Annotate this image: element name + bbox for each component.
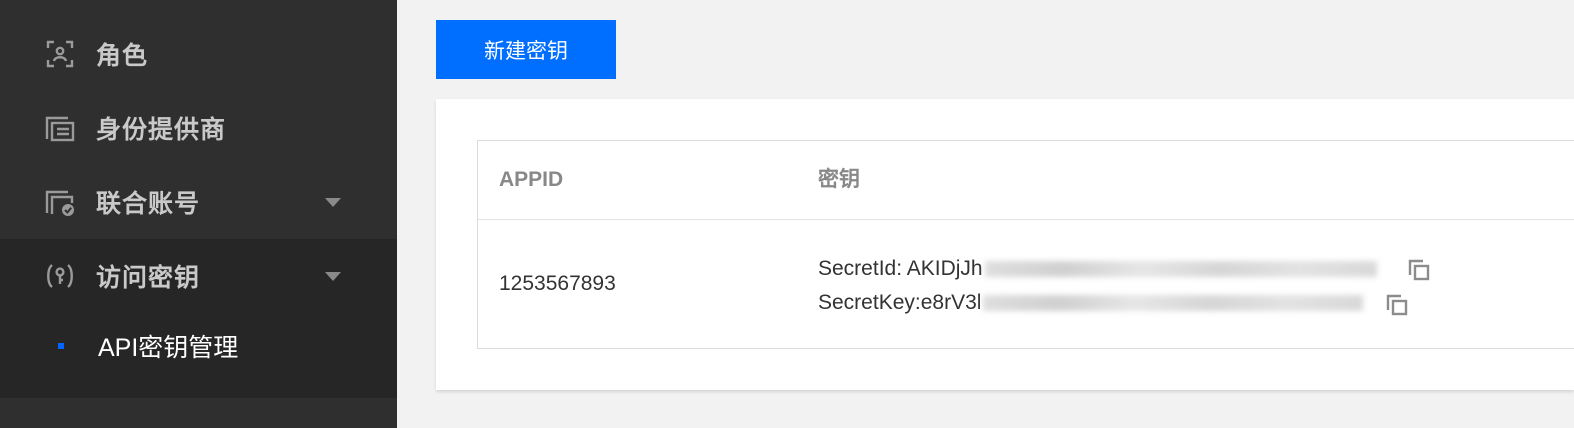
sidebar-subitem-api-key-management[interactable]: API密钥管理 [0, 311, 397, 381]
role-icon [44, 38, 76, 70]
keys-card: APPID 密钥 1253567893 SecretId: AKIDjJh Se… [436, 99, 1574, 390]
secret-id-line: SecretId: AKIDjJh [818, 257, 1377, 283]
sidebar-item-identity-providers[interactable]: 身份提供商 [0, 91, 397, 164]
masked-secret-key [983, 295, 1364, 312]
identity-provider-icon [44, 112, 76, 144]
column-header-key: 密钥 [818, 168, 860, 191]
sidebar-item-label: 身份提供商 [96, 115, 227, 144]
table-header: APPID 密钥 [478, 141, 1574, 220]
access-key-icon [44, 260, 76, 292]
masked-secret-id [984, 261, 1377, 278]
sidebar-item-label: 联合账号 [96, 189, 201, 218]
active-indicator [58, 343, 64, 349]
secret-key-value: SecretKey:e8rV3l [818, 291, 982, 314]
secret-id-value: SecretId: AKIDjJh [818, 257, 983, 280]
column-header-appid: APPID [499, 168, 564, 191]
secret-key-line: SecretKey:e8rV3l [818, 291, 1364, 317]
copy-secret-id-icon[interactable] [1408, 259, 1430, 281]
federated-account-icon [44, 186, 76, 218]
create-key-button[interactable]: 新建密钥 [436, 20, 616, 79]
sidebar-item-label: 访问密钥 [96, 263, 201, 292]
sidebar-subitem-label: API密钥管理 [98, 334, 239, 362]
sidebar-item-federated-accounts[interactable]: 联合账号 [0, 165, 397, 238]
access-keys-submenu: API密钥管理 [0, 311, 397, 398]
sidebar-item-roles[interactable]: 角色 [0, 17, 397, 90]
sidebar: 角色 身份提供商 联合账号 访问密钥 API密钥管理 [0, 0, 397, 428]
chevron-down-icon [325, 271, 341, 281]
sidebar-item-label: 角色 [96, 41, 149, 70]
keys-table: APPID 密钥 1253567893 SecretId: AKIDjJh Se… [477, 140, 1574, 349]
sidebar-item-access-keys[interactable]: 访问密钥 [0, 239, 397, 312]
chevron-down-icon [325, 197, 341, 207]
copy-secret-key-icon[interactable] [1386, 294, 1408, 316]
appid-value: 1253567893 [499, 272, 616, 295]
